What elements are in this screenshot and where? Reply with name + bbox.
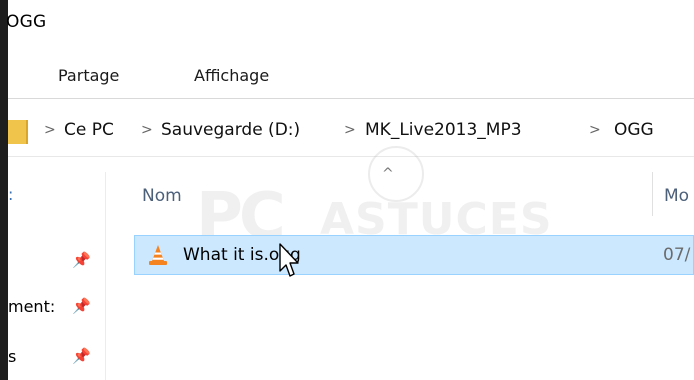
vlc-cone-icon [149, 245, 167, 265]
chevron-right-icon[interactable]: > [589, 122, 601, 138]
sort-ascending-icon: ^ [382, 166, 394, 182]
sun-icon [368, 146, 424, 202]
breadcrumb-ce-pc[interactable]: Ce PC [64, 120, 114, 140]
nav-item-documents[interactable]: ment: [8, 297, 55, 316]
breadcrumb-mk-live[interactable]: MK_Live2013_MP3 [365, 120, 522, 140]
mouse-cursor-icon [279, 243, 299, 277]
address-bar[interactable]: > Ce PC > Sauvegarde (D:) > MK_Live2013_… [8, 112, 694, 152]
window-frame-left [0, 0, 8, 380]
pin-icon[interactable]: 📌 [72, 251, 91, 269]
tab-partage[interactable]: Partage [58, 66, 119, 85]
pin-icon[interactable]: 📌 [72, 297, 91, 315]
chevron-right-icon[interactable]: > [141, 122, 153, 138]
address-divider [8, 156, 694, 157]
column-resize-handle[interactable] [652, 172, 653, 216]
ribbon-tabs: Partage Affichage [8, 58, 694, 98]
breadcrumb-ogg[interactable]: OGG [614, 120, 654, 140]
file-row[interactable]: What it is.ogg 07/ [134, 235, 694, 275]
pane-divider[interactable] [105, 172, 106, 380]
folder-icon [8, 120, 28, 144]
breadcrumb-sauvegarde[interactable]: Sauvegarde (D:) [161, 120, 300, 140]
file-date: 07/ [663, 245, 691, 265]
pin-icon[interactable]: 📌 [72, 347, 91, 365]
ribbon-divider [8, 98, 694, 99]
nav-item-partial-s[interactable]: s [8, 347, 16, 366]
chevron-right-icon[interactable]: > [344, 122, 356, 138]
column-header-name[interactable]: Nom [142, 186, 182, 206]
chevron-right-icon[interactable]: > [44, 122, 56, 138]
tab-affichage[interactable]: Affichage [194, 66, 269, 85]
window-title: OGG [6, 12, 47, 32]
navigation-pane: : 📌 ment: 📌 s 📌 [8, 157, 108, 380]
column-header-modified[interactable]: Mo [664, 186, 689, 206]
nav-item-partial[interactable]: : [8, 185, 13, 204]
